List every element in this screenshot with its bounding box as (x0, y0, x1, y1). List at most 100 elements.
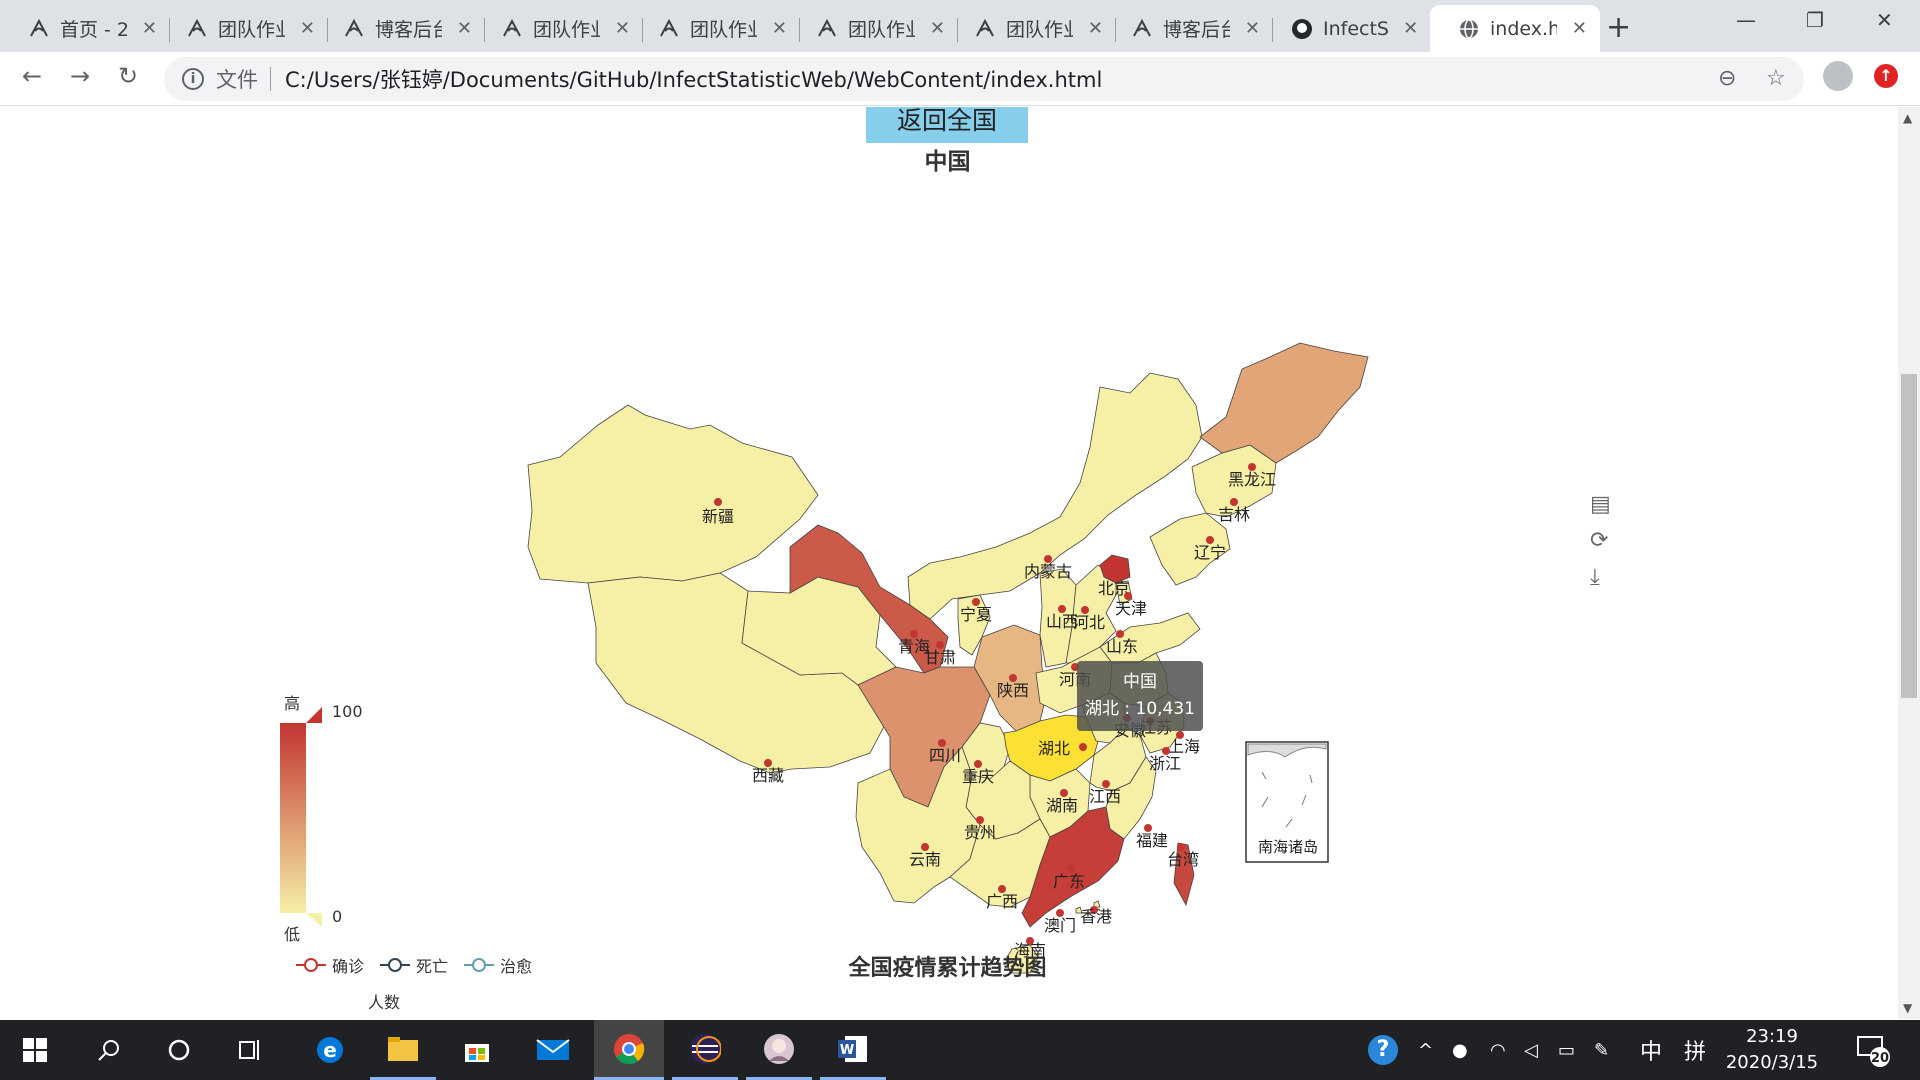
globe-icon (1458, 18, 1480, 40)
cnblogs-icon (1131, 18, 1153, 40)
pen-icon[interactable]: ✎ (1594, 1020, 1609, 1080)
province-新疆[interactable] (527, 404, 819, 584)
province-label: 江西 (1089, 787, 1121, 806)
minimize-button[interactable]: — (1736, 8, 1756, 32)
data-view-icon[interactable]: ▤ (1590, 492, 1611, 517)
windows-taskbar: e W ? ^ ● ◠ ◁ ▭ ✎ 中 拼 23:19 2020/3/15 20 (0, 1020, 1920, 1080)
search-icon[interactable] (76, 1020, 142, 1080)
file-scheme-label: 文件 (216, 68, 258, 92)
help-icon[interactable]: ? (1368, 1020, 1398, 1080)
cnblogs-icon (501, 18, 523, 40)
province-label: 四川 (929, 746, 961, 765)
omnibox-divider (270, 67, 271, 91)
svg-text:W: W (840, 1043, 854, 1058)
tab-close-icon[interactable]: ✕ (771, 18, 788, 39)
word-icon[interactable]: W (820, 1020, 886, 1080)
visual-map-bar[interactable] (280, 723, 306, 913)
info-icon[interactable]: i (182, 68, 204, 90)
reload-button[interactable]: ↻ (112, 62, 144, 90)
save-image-icon[interactable]: ⤓ (1590, 565, 1600, 590)
restore-icon[interactable]: ⟳ (1590, 528, 1608, 553)
province-label: 河北 (1073, 613, 1105, 632)
china-map: 南海诸岛 新疆西藏青海甘肃内蒙古宁夏陕西山西河北北京天津辽宁吉林黑龙江山东河南四… (280, 342, 1369, 974)
province-黑龙江[interactable] (1199, 342, 1369, 464)
scrollbar-thumb[interactable] (1901, 374, 1917, 698)
tab-title: 博客后台 (1163, 19, 1230, 41)
browser-tab[interactable]: InfectS ✕ (1263, 5, 1431, 52)
svg-text:20: 20 (1871, 1051, 1889, 1066)
scroll-down-arrow[interactable]: ▼ (1903, 1001, 1912, 1015)
qq-icon[interactable]: ● (1452, 1020, 1468, 1080)
tab-close-icon[interactable]: ✕ (1402, 18, 1419, 39)
close-window-button[interactable]: ✕ (1876, 8, 1893, 32)
url-text[interactable]: C:/Users/张钰婷/Documents/GitHub/InfectStat… (285, 64, 1102, 94)
province-label: 内蒙古 (1024, 562, 1072, 581)
browser-tab[interactable]: 团队作业 ✕ (473, 5, 643, 52)
windows-start-icon[interactable] (2, 1020, 68, 1080)
zoom-icon[interactable]: ⊖ (1718, 66, 1736, 91)
cortana-icon[interactable] (146, 1020, 212, 1080)
tab-close-icon[interactable]: ✕ (929, 18, 946, 39)
province-label: 甘肃 (924, 648, 956, 667)
visual-map-high-handle[interactable] (306, 707, 322, 723)
scroll-up-arrow[interactable]: ▲ (1903, 111, 1912, 125)
province-label: 澳门 (1044, 916, 1076, 935)
browser-tab[interactable]: 博客后台 ✕ (1103, 5, 1273, 52)
tab-title: 博客后台 (375, 19, 442, 41)
tab-close-icon[interactable]: ✕ (614, 18, 631, 39)
chrome-icon[interactable] (594, 1020, 664, 1080)
province-label: 山东 (1106, 637, 1138, 656)
bookmark-star-icon[interactable]: ☆ (1766, 66, 1786, 91)
tab-close-icon[interactable]: ✕ (141, 18, 158, 39)
province-marker[interactable] (714, 498, 722, 506)
extension-icon[interactable]: ↑ (1874, 64, 1898, 88)
visual-map-max: 100 (332, 702, 363, 721)
tab-close-icon[interactable]: ✕ (1571, 18, 1588, 39)
browser-tab[interactable]: 团队作业 ✕ (630, 5, 800, 52)
restore-button[interactable]: ❐ (1806, 8, 1824, 32)
province-label: 西藏 (752, 766, 784, 785)
browser-tab[interactable]: 首页 - 2 ✕ (0, 5, 170, 52)
province-marker[interactable] (1110, 568, 1118, 576)
avatar-app-icon[interactable] (746, 1020, 812, 1080)
back-button[interactable]: ← (16, 62, 48, 90)
province-marker[interactable] (1079, 743, 1087, 751)
browser-tab[interactable]: 博客后台 ✕ (315, 5, 485, 52)
ime-mode-indicator[interactable]: 拼 (1684, 1020, 1706, 1080)
tab-close-icon[interactable]: ✕ (299, 18, 316, 39)
volume-icon[interactable]: ◁ (1524, 1020, 1538, 1080)
new-tab-button[interactable]: + (1606, 10, 1631, 45)
mail-icon[interactable] (520, 1020, 586, 1080)
browser-tab[interactable]: 团队作业 ✕ (158, 5, 328, 52)
wifi-icon[interactable]: ◠ (1490, 1020, 1506, 1080)
trend-y-axis-label: 人数 (368, 993, 401, 1012)
tab-close-icon[interactable]: ✕ (1244, 18, 1261, 39)
show-hidden-icons-icon[interactable]: ^ (1418, 1020, 1433, 1080)
tooltip-title: 中国 (1123, 672, 1157, 692)
page-scrollbar[interactable]: ▲ ▼ (1898, 107, 1920, 1019)
province-label: 黑龙江 (1228, 470, 1276, 489)
tab-close-icon[interactable]: ✕ (1087, 18, 1104, 39)
visual-map-low-handle[interactable] (306, 913, 322, 927)
eclipse-icon[interactable] (672, 1020, 738, 1080)
profile-avatar[interactable] (1823, 61, 1853, 91)
file-explorer-icon[interactable] (370, 1020, 436, 1080)
cnblogs-icon (28, 18, 50, 40)
province-label: 广西 (986, 892, 1018, 911)
edge-icon[interactable]: e (297, 1020, 363, 1080)
province-label: 辽宁 (1194, 543, 1226, 562)
address-bar[interactable]: i 文件 C:/Users/张钰婷/Documents/GitHub/Infec… (164, 57, 1804, 101)
forward-button[interactable]: → (64, 62, 96, 90)
browser-tab[interactable]: index.h ✕ (1430, 5, 1600, 52)
taskbar-clock[interactable]: 23:19 2020/3/15 (1716, 1024, 1828, 1076)
ime-language-indicator[interactable]: 中 (1640, 1020, 1662, 1080)
browser-toolbar: ← → ↻ i 文件 C:/Users/张钰婷/Documents/GitHub… (0, 52, 1920, 106)
notification-center-icon[interactable]: 20 (1856, 1020, 1890, 1080)
tab-close-icon[interactable]: ✕ (456, 18, 473, 39)
battery-icon[interactable]: ▭ (1558, 1020, 1575, 1080)
store-icon[interactable] (444, 1020, 510, 1080)
task-view-icon[interactable] (218, 1020, 284, 1080)
browser-tab[interactable]: 团队作业 ✕ (946, 5, 1116, 52)
south-sea-islands-inset: 南海诸岛 (1245, 741, 1329, 863)
browser-tab[interactable]: 团队作业 ✕ (788, 5, 958, 52)
